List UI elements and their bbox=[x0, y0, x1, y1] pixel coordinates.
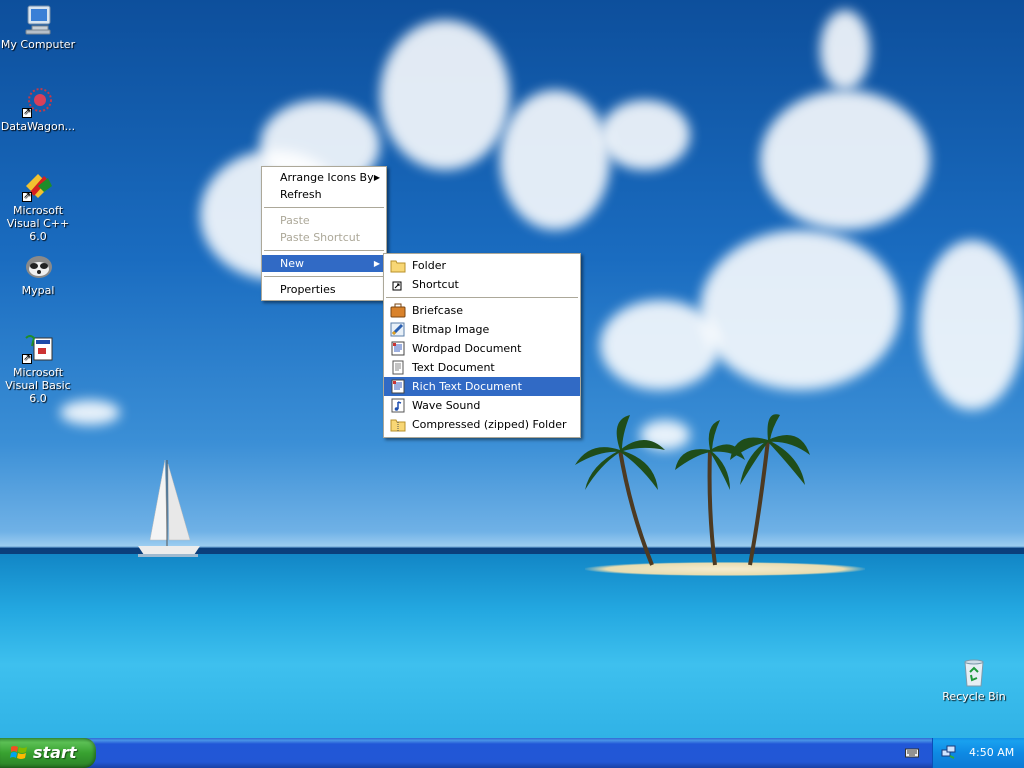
desktop-icon-mypal[interactable]: Mypal bbox=[0, 250, 78, 297]
desktop-context-menu: Arrange Icons By ▶ Refresh Paste Paste S… bbox=[261, 166, 387, 301]
menu-item-label: Wave Sound bbox=[412, 399, 481, 412]
menu-item-label: Rich Text Document bbox=[412, 380, 522, 393]
start-label: start bbox=[33, 743, 77, 762]
submenu-arrow-icon: ▶ bbox=[373, 259, 380, 268]
bitmap-icon bbox=[390, 322, 405, 337]
new-item-compressed-folder[interactable]: Compressed (zipped) Folder bbox=[384, 415, 580, 434]
wordpad-icon bbox=[391, 341, 405, 356]
desktop-icon-label: Microsoft Visual C++ 6.0 bbox=[6, 204, 70, 243]
shortcut-overlay-icon bbox=[22, 190, 32, 203]
new-item-wordpad-document[interactable]: Wordpad Document bbox=[384, 339, 580, 358]
menu-item-arrange-icons-by[interactable]: Arrange Icons By ▶ bbox=[262, 169, 386, 186]
cloud bbox=[760, 90, 930, 230]
network-icon[interactable] bbox=[941, 744, 957, 760]
new-item-bitmap-image[interactable]: Bitmap Image bbox=[384, 320, 580, 339]
cloud bbox=[700, 230, 900, 390]
keyboard-icon[interactable] bbox=[905, 747, 919, 758]
desktop-icon-my-computer[interactable]: My Computer bbox=[0, 4, 78, 51]
menu-item-label: Arrange Icons By bbox=[280, 171, 374, 184]
folder-icon bbox=[390, 260, 406, 273]
rich-text-icon bbox=[391, 379, 405, 394]
desktop-icon-recycle-bin[interactable]: Recycle Bin bbox=[934, 656, 1014, 703]
menu-item-label: New bbox=[280, 257, 304, 270]
menu-item-label: Text Document bbox=[412, 361, 495, 374]
cloud bbox=[920, 240, 1024, 410]
datawagon-icon bbox=[22, 86, 54, 119]
new-item-shortcut[interactable]: Shortcut bbox=[384, 275, 580, 294]
menu-item-new[interactable]: New ▶ bbox=[262, 255, 386, 272]
menu-item-paste-shortcut: Paste Shortcut bbox=[262, 229, 386, 246]
visual-cpp-icon bbox=[22, 170, 54, 203]
menu-item-label: Paste bbox=[280, 214, 310, 227]
clock[interactable]: 4:50 AM bbox=[969, 746, 1014, 759]
cloud bbox=[500, 90, 610, 230]
desktop-icon-msvb[interactable]: Microsoft Visual Basic 6.0 bbox=[0, 332, 78, 405]
menu-separator bbox=[264, 250, 384, 251]
desktop-icon-label: DataWagon... bbox=[0, 120, 76, 133]
new-item-briefcase[interactable]: Briefcase bbox=[384, 301, 580, 320]
menu-item-refresh[interactable]: Refresh bbox=[262, 186, 386, 203]
menu-item-label: Paste Shortcut bbox=[280, 231, 361, 244]
desktop-icon-label: Mypal bbox=[21, 284, 55, 297]
menu-separator bbox=[386, 297, 578, 298]
new-item-text-document[interactable]: Text Document bbox=[384, 358, 580, 377]
menu-item-label: Bitmap Image bbox=[412, 323, 490, 336]
menu-item-label: Refresh bbox=[280, 188, 322, 201]
cloud bbox=[600, 300, 720, 390]
cloud bbox=[380, 20, 510, 170]
new-item-folder[interactable]: Folder bbox=[384, 256, 580, 275]
cloud bbox=[820, 10, 870, 90]
start-button[interactable]: start bbox=[0, 738, 96, 768]
new-item-rich-text-document[interactable]: Rich Text Document bbox=[384, 377, 580, 396]
menu-item-paste: Paste bbox=[262, 212, 386, 229]
menu-item-properties[interactable]: Properties bbox=[262, 281, 386, 298]
cloud bbox=[600, 100, 690, 170]
menu-item-label: Shortcut bbox=[412, 278, 459, 291]
taskbar: start 4:50 AM bbox=[0, 738, 1024, 768]
shortcut-overlay-icon bbox=[22, 352, 32, 365]
menu-item-label: Folder bbox=[412, 259, 446, 272]
menu-item-label: Compressed (zipped) Folder bbox=[412, 418, 567, 431]
shortcut-icon bbox=[392, 281, 402, 291]
desktop-icon-datawagon[interactable]: DataWagon... bbox=[0, 86, 78, 133]
mypal-icon bbox=[22, 250, 54, 282]
desktop-icon-msvc[interactable]: Microsoft Visual C++ 6.0 bbox=[0, 170, 78, 243]
briefcase-icon bbox=[390, 303, 406, 318]
sea bbox=[0, 554, 1024, 738]
system-tray: 4:50 AM bbox=[932, 738, 1024, 768]
new-submenu: Folder Shortcut Briefcase Bitmap Image W… bbox=[383, 253, 581, 438]
recycle-bin-icon bbox=[958, 656, 990, 688]
zip-folder-icon bbox=[390, 419, 406, 432]
palm-trees-image bbox=[575, 414, 810, 566]
my-computer-icon bbox=[22, 4, 54, 36]
menu-separator bbox=[264, 207, 384, 208]
menu-item-label: Properties bbox=[280, 283, 336, 296]
desktop-icon-label: Microsoft Visual Basic 6.0 bbox=[5, 366, 71, 405]
desktop-icon-label: My Computer bbox=[0, 38, 76, 51]
wave-sound-icon bbox=[391, 398, 405, 413]
sailboat-image bbox=[138, 459, 200, 557]
new-item-wave-sound[interactable]: Wave Sound bbox=[384, 396, 580, 415]
desktop-icon-label: Recycle Bin bbox=[942, 690, 1006, 703]
visual-basic-icon bbox=[22, 332, 54, 365]
menu-separator bbox=[264, 276, 384, 277]
text-document-icon bbox=[392, 360, 404, 375]
shortcut-overlay-icon bbox=[22, 106, 32, 119]
menu-item-label: Briefcase bbox=[412, 304, 464, 317]
submenu-arrow-icon: ▶ bbox=[373, 173, 380, 182]
menu-item-label: Wordpad Document bbox=[412, 342, 522, 355]
windows-logo-icon bbox=[10, 746, 27, 759]
